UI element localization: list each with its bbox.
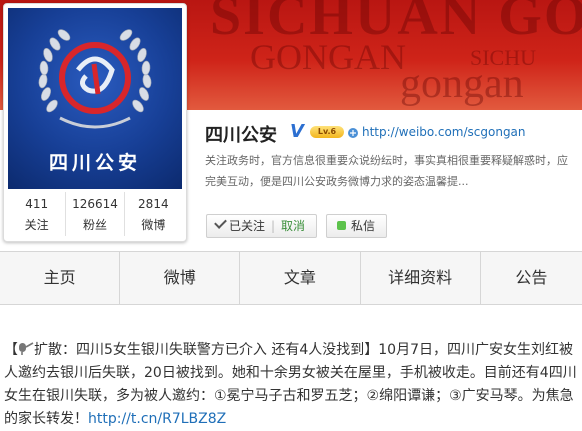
banner-watermark: GONGAN <box>250 37 406 77</box>
tab-announcement[interactable]: 公告 <box>481 252 582 304</box>
stat-followers[interactable]: 126614 粉丝 <box>66 192 125 236</box>
stat-value: 411 <box>25 197 49 211</box>
separator: | <box>271 219 276 233</box>
tab-home[interactable]: 主页 <box>0 252 121 304</box>
link-icon <box>348 128 358 138</box>
stat-label: 微博 <box>141 218 166 232</box>
profile-url[interactable]: http://weibo.com/scgongan <box>362 125 526 139</box>
profile-name: 四川公安 <box>205 125 277 146</box>
stat-label: 粉丝 <box>82 218 107 232</box>
profile-description: 关注政务时，官方信息很重要众说纷纭时，事实真相很重要释疑解惑时，应完美互动，便是… <box>205 154 568 188</box>
microphone-icon <box>19 342 34 355</box>
post-headline[interactable]: 扩散：四川5女生银川失联警方已介入 还有4人没找到 <box>34 342 364 358</box>
avatar[interactable]: 四川公安 <box>8 8 182 189</box>
bracket-close: 】 <box>364 342 379 358</box>
stat-value: 2814 <box>138 197 169 211</box>
stat-posts[interactable]: 2814 微博 <box>125 192 182 236</box>
tab-articles[interactable]: 文章 <box>240 252 361 304</box>
level-badge[interactable]: Lv.6 <box>310 126 344 138</box>
police-emblem-icon <box>38 29 152 129</box>
stat-following[interactable]: 411 关注 <box>8 192 67 236</box>
message-button[interactable]: 私信 <box>326 214 387 238</box>
stat-value: 126614 <box>72 197 118 211</box>
unfollow-link[interactable]: 取消 <box>281 215 305 237</box>
tab-details[interactable]: 详细资料 <box>361 252 481 304</box>
stat-label: 关注 <box>24 218 49 232</box>
post-text: 【扩散：四川5女生银川失联警方已介入 还有4人没找到】10月7日，四川广安女生刘… <box>4 339 578 431</box>
post-link[interactable]: http://t.cn/R7LBZ8Z <box>88 411 226 427</box>
profile-stats: 411 关注 126614 粉丝 2814 微博 <box>8 192 182 236</box>
avatar-name: 四川公安 <box>48 152 141 174</box>
follow-status-button[interactable]: 已关注 | 取消 <box>206 214 317 238</box>
verified-icon[interactable]: V <box>290 121 304 142</box>
profile-nav: 主页 微博 文章 详细资料 公告 <box>0 251 582 305</box>
bracket-open: 【 <box>4 342 18 358</box>
message-label: 私信 <box>351 219 376 233</box>
message-icon <box>337 221 346 230</box>
check-icon <box>214 216 227 229</box>
banner-watermark: gongan <box>400 61 524 107</box>
profile-card: 四川公安 411 关注 126614 粉丝 2814 微博 <box>3 3 187 242</box>
tab-weibo[interactable]: 微博 <box>120 252 241 304</box>
followed-label: 已关注 <box>229 219 266 233</box>
